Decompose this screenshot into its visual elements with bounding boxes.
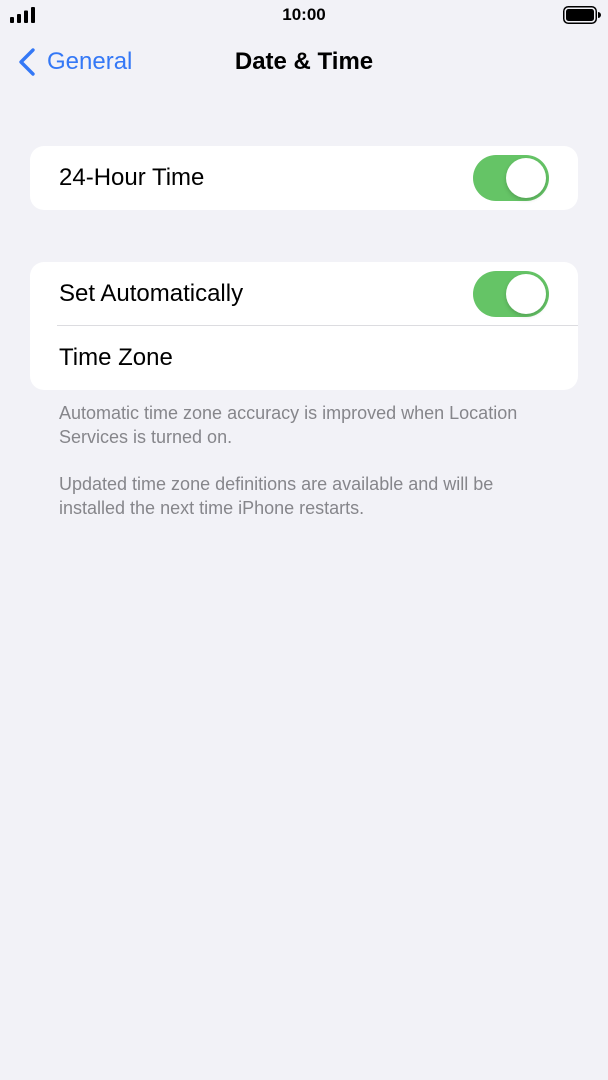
footnote-time-zone-definitions: Updated time zone definitions are availa…	[59, 474, 494, 518]
row-label-time-zone: Time Zone	[59, 344, 173, 371]
toggle-knob	[506, 274, 546, 314]
automatic-time-group: Set Automatically Time Zone	[30, 262, 578, 390]
status-time: 10:00	[282, 5, 326, 24]
toggle-24-hour-time[interactable]	[473, 155, 549, 201]
time-format-group: 24-Hour Time	[30, 146, 578, 210]
row-set-automatically: Set Automatically	[30, 262, 578, 326]
footnote-location-services: Automatic time zone accuracy is improved…	[59, 403, 518, 447]
page-title: Date & Time	[234, 48, 374, 75]
toggle-knob	[506, 158, 546, 198]
row-label-24-hour-time: 24-Hour Time	[59, 164, 205, 191]
navigation-bar: General Date & Time	[0, 40, 608, 84]
row-24-hour-time: 24-Hour Time	[30, 146, 578, 210]
battery-full-icon	[563, 6, 601, 24]
status-bar: 10:00	[0, 0, 608, 30]
row-time-zone[interactable]: Time Zone	[30, 326, 578, 390]
toggle-set-automatically[interactable]	[473, 271, 549, 317]
row-label-set-automatically: Set Automatically	[59, 280, 244, 307]
